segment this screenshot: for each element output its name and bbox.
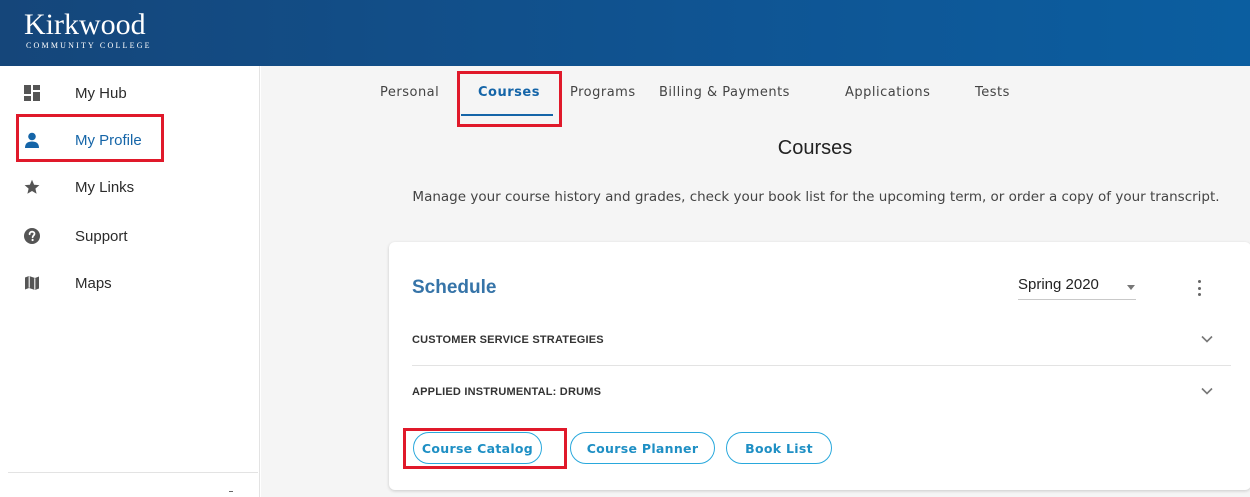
- star-icon: [24, 179, 40, 195]
- tab-billing-payments[interactable]: Billing & Payments: [659, 85, 790, 100]
- select-underline: [1018, 299, 1136, 300]
- tab-applications[interactable]: Applications: [845, 85, 930, 100]
- sidebar-item-label: My Profile: [75, 131, 142, 149]
- tab-personal[interactable]: Personal: [380, 85, 439, 100]
- help-icon: [24, 228, 40, 244]
- term-select[interactable]: Spring 2020: [1018, 275, 1143, 301]
- dashboard-icon: [24, 85, 40, 101]
- chevron-down-icon: [1201, 387, 1213, 395]
- tab-tests[interactable]: Tests: [975, 85, 1010, 100]
- collapse-handle-icon[interactable]: [229, 491, 233, 497]
- course-catalog-button[interactable]: Course Catalog: [413, 432, 542, 464]
- schedule-title: Schedule: [412, 277, 497, 298]
- sidebar-divider: [8, 472, 258, 473]
- sidebar-item-my-hub[interactable]: My Hub: [0, 73, 260, 113]
- sidebar: My Hub My Profile My Links Support Maps: [0, 66, 260, 497]
- logo-name: Kirkwood: [24, 8, 146, 41]
- sidebar-item-support[interactable]: Support: [0, 216, 260, 256]
- page-description: Manage your course history and grades, c…: [412, 189, 1220, 205]
- sidebar-item-label: Support: [75, 227, 128, 245]
- term-select-value: Spring 2020: [1018, 276, 1099, 293]
- main-content: Personal Courses Programs Billing & Paym…: [261, 66, 1250, 497]
- sidebar-item-my-links[interactable]: My Links: [0, 167, 260, 207]
- active-tab-indicator: [461, 114, 553, 116]
- schedule-card: Schedule Spring 2020 CUSTOMER SERVICE ST…: [389, 242, 1250, 490]
- more-vert-icon[interactable]: [1193, 278, 1205, 298]
- sidebar-item-maps[interactable]: Maps: [0, 263, 260, 303]
- sidebar-item-label: My Links: [75, 178, 135, 196]
- sidebar-item-my-profile[interactable]: My Profile: [0, 120, 260, 160]
- course-row[interactable]: CUSTOMER SERVICE STRATEGIES: [412, 316, 1231, 366]
- map-icon: [24, 275, 40, 291]
- course-name: APPLIED INSTRUMENTAL: DRUMS: [412, 386, 602, 398]
- top-header: Kirkwood COMMUNITY COLLEGE: [0, 0, 1250, 66]
- course-name: CUSTOMER SERVICE STRATEGIES: [412, 334, 604, 346]
- person-icon: [24, 132, 40, 148]
- logo-subtitle: COMMUNITY COLLEGE: [26, 41, 152, 50]
- sidebar-item-label: My Hub: [75, 84, 127, 102]
- page-title: Courses: [777, 137, 853, 159]
- kirkwood-logo[interactable]: Kirkwood COMMUNITY COLLEGE: [24, 8, 152, 51]
- chevron-down-icon: [1201, 335, 1213, 343]
- caret-down-icon: [1127, 285, 1135, 290]
- tab-programs[interactable]: Programs: [570, 85, 636, 100]
- tab-bar: Personal Courses Programs Billing & Paym…: [261, 66, 1250, 118]
- sidebar-item-label: Maps: [75, 274, 112, 292]
- book-list-button[interactable]: Book List: [726, 432, 832, 464]
- tab-courses[interactable]: Courses: [478, 85, 540, 100]
- row-divider: [412, 365, 1231, 366]
- course-planner-button[interactable]: Course Planner: [570, 432, 715, 464]
- course-row[interactable]: APPLIED INSTRUMENTAL: DRUMS: [412, 368, 1231, 418]
